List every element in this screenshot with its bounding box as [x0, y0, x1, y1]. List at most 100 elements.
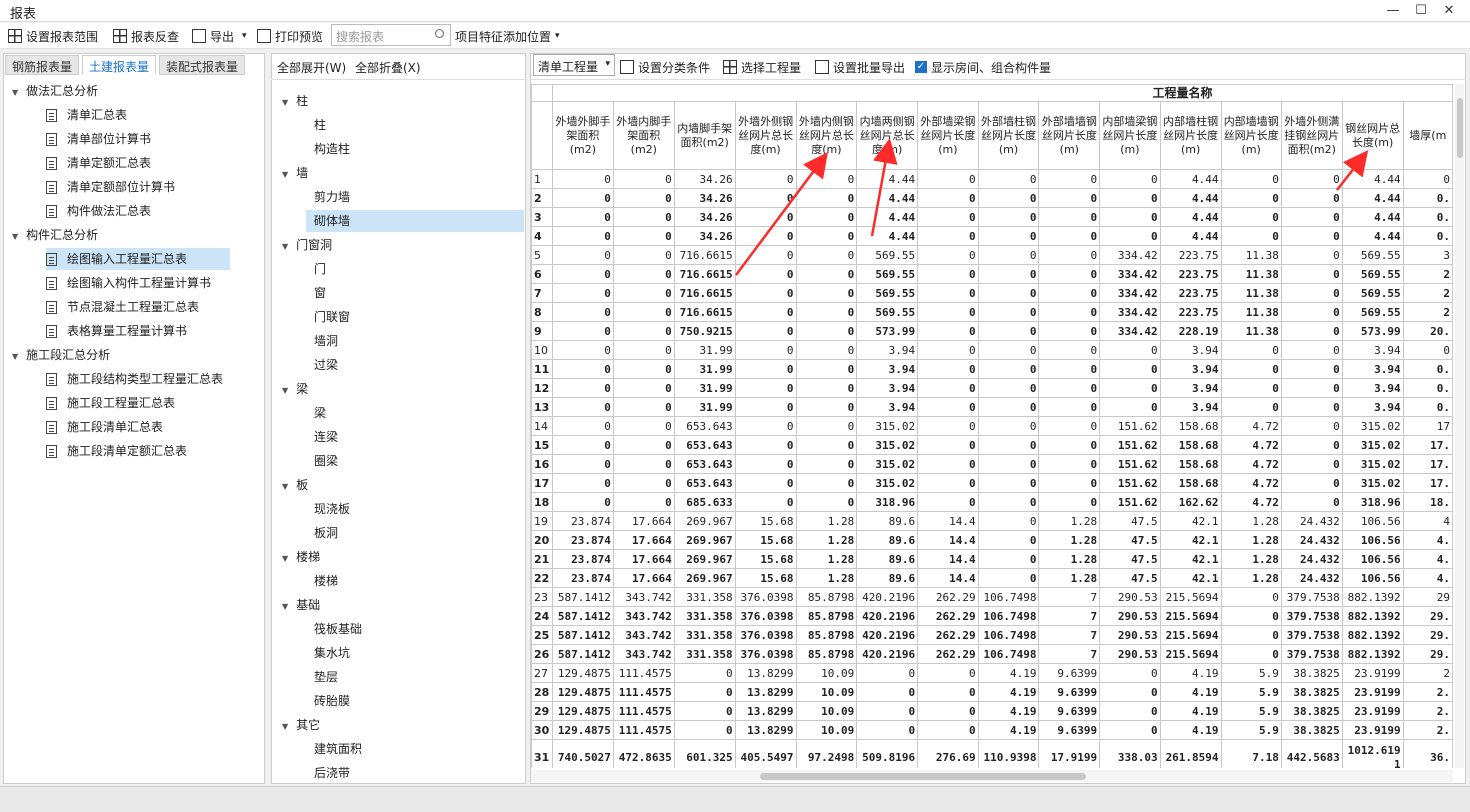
table-cell[interactable]: 0	[977, 340, 1040, 360]
component-item[interactable]: 楼梯	[314, 570, 338, 592]
vertical-scrollbar[interactable]	[1455, 84, 1464, 768]
component-item[interactable]: 现浇板	[314, 498, 350, 520]
table-cell[interactable]: 29.	[1402, 625, 1453, 645]
table-cell[interactable]: 0	[1280, 302, 1343, 322]
table-cell[interactable]: 10.09	[795, 701, 858, 721]
table-cell[interactable]: 0	[917, 720, 979, 740]
table-cell[interactable]: 0	[1220, 169, 1282, 189]
component-item[interactable]: 后浇带	[314, 762, 350, 784]
table-cell[interactable]: 0	[551, 169, 614, 189]
table-row[interactable]: 6 0 0 716.6615 0 0 569.55 0 0 0 334.42 223.75 11.38 0…	[531, 264, 1453, 284]
table-cell[interactable]: 0	[977, 207, 1040, 227]
table-cell[interactable]: 23.9199	[1341, 682, 1404, 702]
table-cell[interactable]: 0	[977, 568, 1040, 588]
table-cell[interactable]: 0	[795, 169, 858, 189]
table-cell[interactable]: 343.742	[612, 625, 675, 645]
table-cell[interactable]: 0	[734, 416, 797, 436]
component-item[interactable]: 板洞	[314, 522, 338, 544]
table-cell[interactable]: 0	[734, 340, 797, 360]
table-cell[interactable]: 0	[673, 663, 736, 683]
tree-item[interactable]: 清单部位计算书	[46, 128, 151, 150]
table-cell[interactable]: 15.68	[734, 549, 797, 569]
table-cell[interactable]: 882.1392	[1341, 625, 1404, 645]
table-cell[interactable]: 882.1392	[1341, 644, 1404, 664]
table-cell[interactable]: 9.6399	[1038, 663, 1101, 683]
table-cell[interactable]: 472.8635	[612, 739, 675, 768]
table-cell[interactable]: 158.68	[1159, 473, 1222, 493]
table-cell[interactable]: 17.9199	[1038, 739, 1101, 768]
table-cell[interactable]: 315.02	[856, 435, 919, 455]
table-cell[interactable]: 0	[977, 283, 1040, 303]
component-group[interactable]: ▼ 柱	[282, 90, 308, 112]
table-cell[interactable]: 17.	[1402, 473, 1453, 493]
table-cell[interactable]: 215.5694	[1159, 644, 1222, 664]
table-cell[interactable]: 0	[917, 454, 979, 474]
export-button[interactable]: 导出 ▾	[192, 27, 247, 45]
table-cell[interactable]: 716.6615	[673, 245, 736, 265]
table-cell[interactable]: 4.19	[977, 663, 1040, 683]
table-cell[interactable]: 376.0398	[734, 606, 797, 626]
table-cell[interactable]: 1.28	[1038, 549, 1101, 569]
table-cell[interactable]: 573.99	[856, 321, 919, 341]
table-cell[interactable]: 0	[612, 226, 675, 246]
collapse-arrow-icon[interactable]: ▼	[282, 92, 288, 114]
table-cell[interactable]: 17.	[1402, 454, 1453, 474]
table-cell[interactable]: 1.28	[795, 568, 858, 588]
table-row[interactable]: 18 0 0 685.633 0 0 318.96 0 0 0 151.62 162.62 4.72 0 3…	[531, 492, 1453, 512]
table-cell[interactable]: 315.02	[856, 416, 919, 436]
table-cell[interactable]: 4.19	[1159, 682, 1222, 702]
table-cell[interactable]: 0	[612, 283, 675, 303]
table-cell[interactable]: 111.4575	[612, 682, 675, 702]
table-cell[interactable]: 1.28	[1038, 511, 1101, 531]
table-cell[interactable]: 0	[612, 340, 675, 360]
table-row[interactable]: 15 0 0 653.643 0 0 315.02 0 0 0 151.62 158.68 4.72 0 3…	[531, 435, 1453, 455]
row-number[interactable]: 26	[531, 644, 553, 664]
table-row[interactable]: 20 23.874 17.664 269.967 15.68 1.28 89.6 14.4 0 1…	[531, 530, 1453, 550]
component-group[interactable]: ▼ 门窗洞	[282, 234, 332, 256]
table-cell[interactable]: 0	[551, 283, 614, 303]
table-cell[interactable]: 0	[977, 492, 1040, 512]
table-cell[interactable]: 85.8798	[795, 644, 858, 664]
table-cell[interactable]: 0	[673, 682, 736, 702]
table-cell[interactable]: 23.874	[551, 530, 614, 550]
table-cell[interactable]: 0	[734, 397, 797, 417]
table-cell[interactable]: 376.0398	[734, 587, 797, 607]
table-cell[interactable]: 343.742	[612, 644, 675, 664]
tree-item[interactable]: 施工段清单汇总表	[46, 416, 163, 438]
component-group[interactable]: ▼ 梁	[282, 378, 308, 400]
table-cell[interactable]: 0	[551, 245, 614, 265]
table-cell[interactable]: 129.4875	[551, 663, 614, 683]
table-cell[interactable]: 23.874	[551, 568, 614, 588]
table-cell[interactable]: 315.02	[1341, 454, 1404, 474]
table-cell[interactable]: 29.	[1402, 606, 1453, 626]
table-cell[interactable]: 4.44	[1159, 188, 1222, 208]
row-number[interactable]: 6	[531, 264, 553, 284]
table-cell[interactable]: 0	[1280, 188, 1343, 208]
table-cell[interactable]: 334.42	[1099, 283, 1161, 303]
table-cell[interactable]: 315.02	[856, 454, 919, 474]
table-row[interactable]: 23 587.1412 343.742 331.358 376.0398 85.8798 4…	[531, 587, 1453, 607]
table-cell[interactable]: 3.94	[1159, 397, 1222, 417]
table-cell[interactable]: 334.42	[1099, 245, 1161, 265]
table-cell[interactable]: 151.62	[1099, 435, 1161, 455]
table-cell[interactable]: 223.75	[1159, 283, 1222, 303]
table-cell[interactable]: 106.7498	[977, 644, 1040, 664]
table-cell[interactable]: 4.44	[1341, 207, 1404, 227]
table-cell[interactable]: 0	[1099, 720, 1161, 740]
table-cell[interactable]: 0	[612, 207, 675, 227]
row-number[interactable]: 20	[531, 530, 553, 550]
table-cell[interactable]: 1.28	[1038, 568, 1101, 588]
table-cell[interactable]: 111.4575	[612, 663, 675, 683]
close-icon[interactable]: ✕	[1439, 2, 1459, 20]
table-cell[interactable]: 13.8299	[734, 701, 797, 721]
column-header[interactable]: 内墙脚手架面积(m2)	[673, 101, 736, 170]
table-cell[interactable]: 0	[1280, 473, 1343, 493]
table-cell[interactable]: 5.9	[1220, 663, 1282, 683]
table-row[interactable]: 19 23.874 17.664 269.967 15.68 1.28 89.6 14.4 0 1…	[531, 511, 1453, 531]
table-cell[interactable]: 34.26	[673, 226, 736, 246]
table-row[interactable]: 22 23.874 17.664 269.967 15.68 1.28 89.6 14.4 0 1…	[531, 568, 1453, 588]
table-cell[interactable]: 0	[673, 720, 736, 740]
table-cell[interactable]: 2.	[1402, 720, 1453, 740]
row-number[interactable]: 28	[531, 682, 553, 702]
table-cell[interactable]: 38.3825	[1280, 720, 1343, 740]
